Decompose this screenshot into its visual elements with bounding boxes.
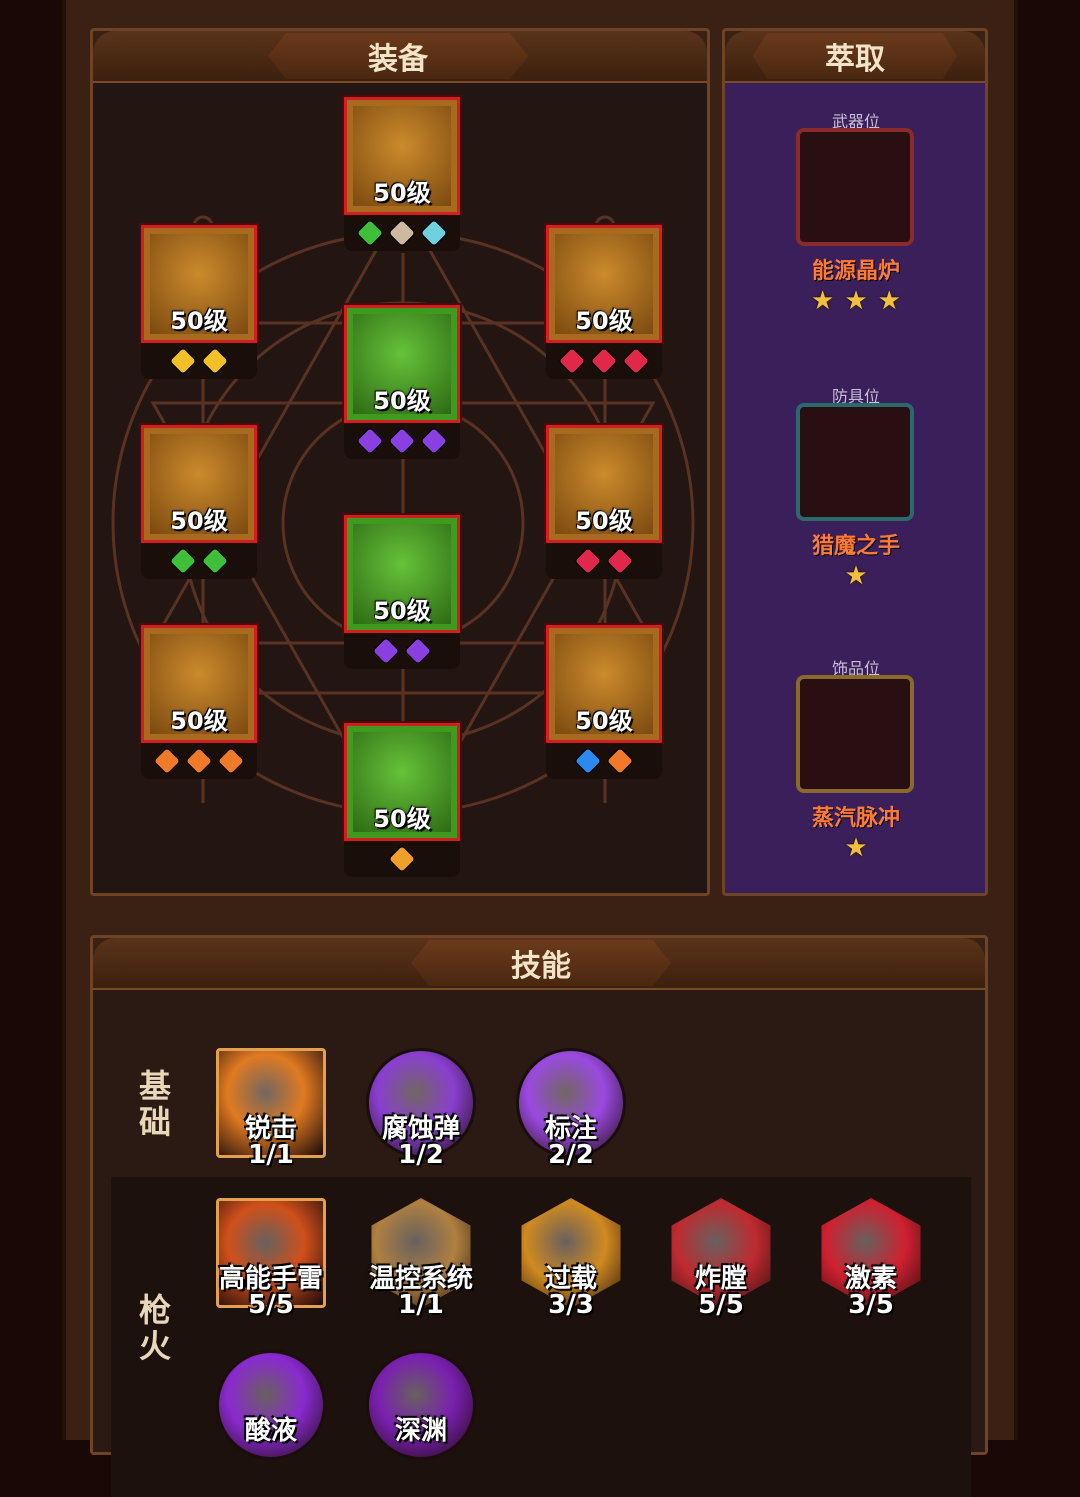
equip-level: 50级 [170, 707, 228, 735]
gem-icon [387, 844, 417, 874]
equip-level: 50级 [575, 307, 633, 335]
skill-level: 1/1 [398, 1290, 444, 1320]
skill-gunfire-6[interactable]: 深渊 [366, 1350, 476, 1460]
star-icon: ★ [844, 286, 868, 316]
gem-icon [557, 346, 587, 376]
gem-icon [573, 546, 603, 576]
skill-basic-2[interactable]: 标注 2/2 [516, 1048, 626, 1170]
gem-icon [605, 546, 635, 576]
gem-sockets [546, 743, 662, 779]
star-rating: ★ [776, 561, 936, 591]
equip-slot-armor[interactable]: 50级 [344, 305, 460, 423]
equip-slot-pants[interactable]: 50级 [344, 515, 460, 633]
gem-icon [168, 546, 198, 576]
equip-level: 50级 [575, 507, 633, 535]
star-rating: ★ [776, 833, 936, 863]
extraction-slot-1[interactable] [796, 403, 914, 521]
equip-level: 50级 [373, 805, 431, 833]
gem-sockets [344, 215, 460, 251]
skill-gunfire-1[interactable]: 温控系统 1/1 [366, 1198, 476, 1320]
gem-icon [184, 746, 214, 776]
extraction-item-name: 猎魔之手 [811, 534, 900, 559]
equip-level: 50级 [373, 387, 431, 415]
equip-level: 50级 [373, 597, 431, 625]
gem-sockets [546, 543, 662, 579]
gem-icon [355, 218, 385, 248]
extraction-item-name: 蒸汽脉冲 [811, 806, 900, 831]
extraction-slot-0[interactable] [796, 128, 914, 246]
equip-slot-ring[interactable]: 50级 [546, 425, 662, 543]
gem-icon [200, 546, 230, 576]
skill-level: 5/5 [698, 1290, 744, 1320]
extraction-item-name: 能源晶炉 [811, 259, 900, 284]
skill-level: 1/1 [248, 1140, 294, 1170]
gem-icon [621, 346, 651, 376]
equip-level: 50级 [170, 507, 228, 535]
skill-gunfire-5[interactable]: 酸液 [216, 1350, 326, 1460]
equip-level: 50级 [170, 307, 228, 335]
skill-gunfire-3[interactable]: 炸膛 5/5 [666, 1198, 776, 1320]
gem-sockets [344, 423, 460, 459]
equip-slot-gloves[interactable]: 50级 [141, 425, 257, 543]
row-label-basic: 基础 [138, 1067, 171, 1141]
equip-level: 50级 [575, 707, 633, 735]
gem-icon [200, 346, 230, 376]
extraction-slot-2[interactable] [796, 675, 914, 793]
gem-icon [168, 346, 198, 376]
skill-gunfire-0[interactable]: 高能手雷 5/5 [216, 1198, 326, 1320]
skill-level: 3/5 [848, 1290, 894, 1320]
skills-title: 技能 [411, 940, 671, 986]
star-icon: ★ [811, 286, 835, 316]
gem-icon [371, 636, 401, 666]
gem-icon [419, 426, 449, 456]
skill-basic-0[interactable]: 锐击 1/1 [216, 1048, 326, 1170]
skill-name: 深渊 [394, 1416, 447, 1446]
skill-gunfire-4[interactable]: 激素 3/5 [816, 1198, 926, 1320]
star-icon: ★ [877, 286, 901, 316]
extraction-title: 萃取 [753, 33, 957, 79]
gem-icon [152, 746, 182, 776]
gem-icon [403, 636, 433, 666]
gem-sockets [546, 343, 662, 379]
gem-icon [387, 426, 417, 456]
gem-icon [419, 218, 449, 248]
equip-slot-pet[interactable]: 50级 [546, 625, 662, 743]
skill-level: 5/5 [248, 1290, 294, 1320]
skill-name: 酸液 [244, 1416, 297, 1446]
equip-level: 50级 [373, 179, 431, 207]
skill-gunfire-2[interactable]: 过载 3/3 [516, 1198, 626, 1320]
equip-slot-weapon[interactable]: 50级 [141, 625, 257, 743]
equipment-header: 装备 [93, 31, 707, 83]
gem-icon [216, 746, 246, 776]
gem-icon [355, 426, 385, 456]
star-icon: ★ [844, 561, 868, 591]
star-rating: ★ ★ ★ [776, 286, 936, 316]
gem-icon [573, 746, 603, 776]
skills-header: 技能 [93, 938, 985, 990]
gem-sockets [344, 633, 460, 669]
gem-sockets [141, 343, 257, 379]
row-label-gunfire: 枪火 [138, 1291, 171, 1365]
equip-slot-boots[interactable]: 50级 [344, 723, 460, 841]
gem-sockets [141, 543, 257, 579]
gem-sockets [141, 743, 257, 779]
gem-icon [589, 346, 619, 376]
star-icon: ★ [844, 833, 868, 863]
skill-level: 1/2 [398, 1140, 444, 1170]
skill-basic-1[interactable]: 腐蚀弹 1/2 [366, 1048, 476, 1170]
skill-level: 2/2 [548, 1140, 594, 1170]
skill-level: 3/3 [548, 1290, 594, 1320]
extraction-header: 萃取 [725, 31, 985, 83]
gem-icon [387, 218, 417, 248]
equipment-title: 装备 [268, 33, 528, 79]
gem-sockets [344, 841, 460, 877]
equip-slot-necklace[interactable]: 50级 [546, 225, 662, 343]
equip-slot-shoulder[interactable]: 50级 [141, 225, 257, 343]
gem-icon [605, 746, 635, 776]
equip-slot-helmet[interactable]: 50级 [344, 97, 460, 215]
